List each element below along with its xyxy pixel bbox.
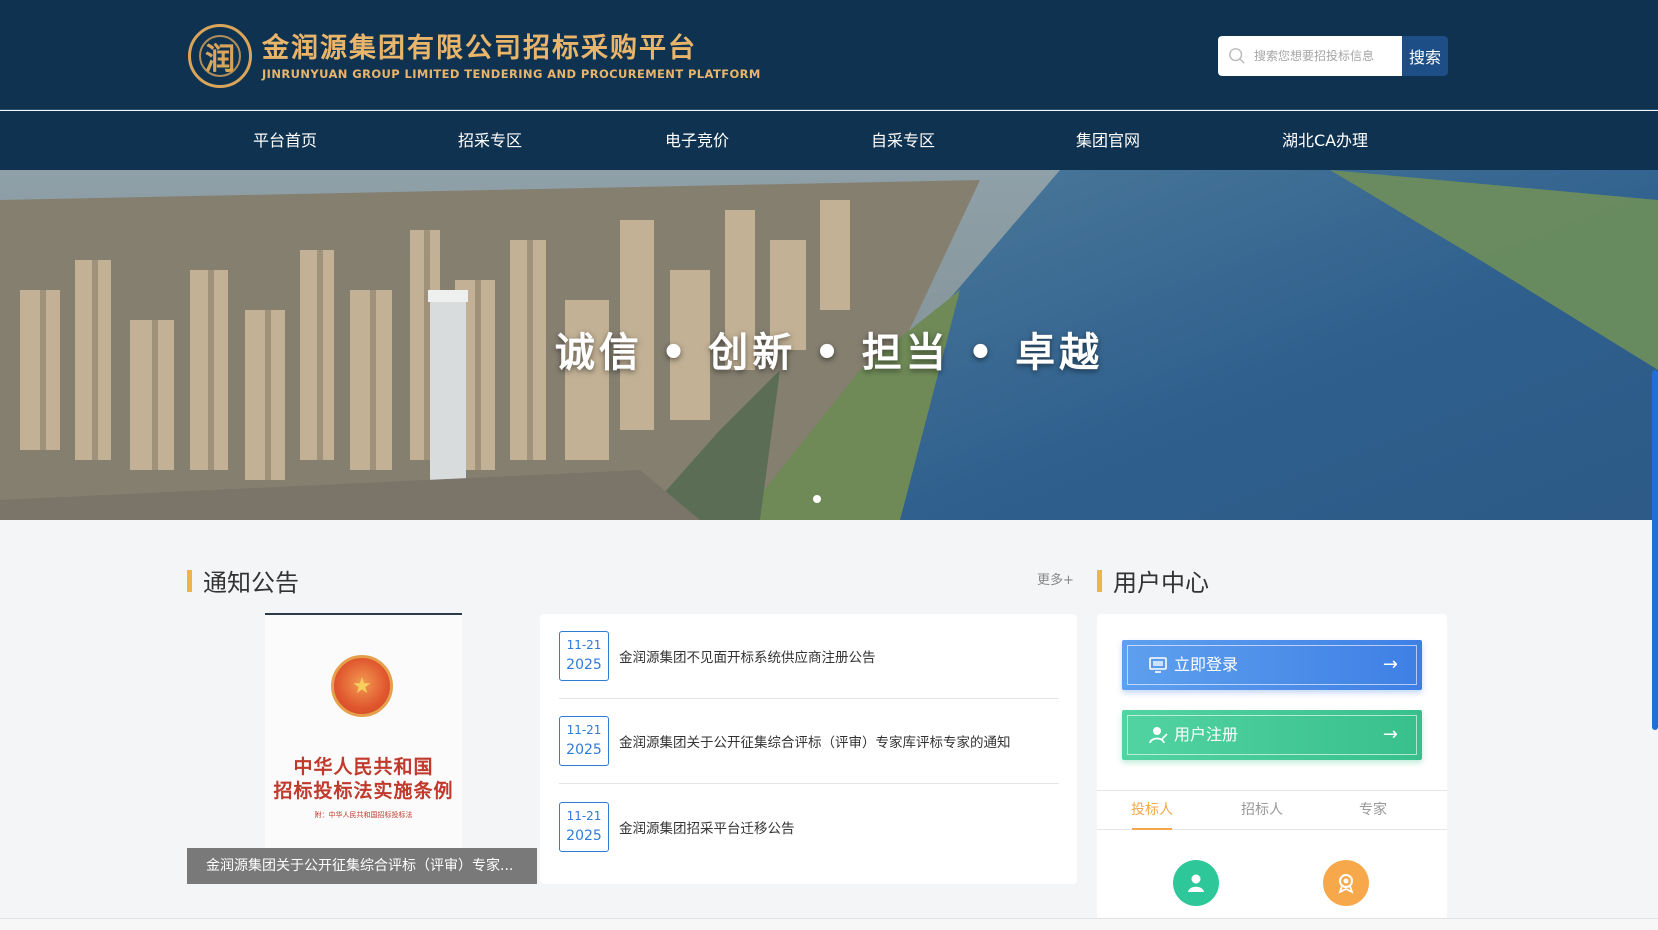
- hero-banner[interactable]: 诚信 • 创新 • 担当 • 卓越: [0, 170, 1658, 520]
- tab-expert[interactable]: 专家: [1343, 791, 1403, 830]
- logo-title-en: JINRUNYUAN GROUP LIMITED TENDERING AND P…: [262, 67, 761, 81]
- tab-tenderer[interactable]: 招标人: [1232, 791, 1292, 830]
- logo-title-cn: 金润源集团有限公司招标采购平台: [262, 33, 697, 64]
- user-center-title: 用户中心: [1097, 563, 1209, 598]
- list-item[interactable]: 11-21 2025 金润源集团关于公开征集综合评标（评审）专家库评标专家的通知: [559, 699, 1059, 784]
- nav-item-e-bidding[interactable]: 电子竞价: [637, 111, 757, 170]
- national-emblem-icon: ★: [331, 655, 393, 717]
- register-button[interactable]: 用户注册 →: [1122, 710, 1422, 760]
- notice-title-link[interactable]: 金润源集团关于公开征集综合评标（评审）专家库评标专家的通知: [619, 731, 1011, 751]
- notice-list: 11-21 2025 金润源集团不见面开标系统供应商注册公告 11-21 202…: [540, 614, 1077, 884]
- monitor-icon: [1149, 657, 1167, 673]
- logo-emblem-icon: 润: [188, 24, 252, 88]
- notices-section-title: 通知公告: [187, 563, 299, 598]
- law-book-subtitle: 附：中华人民共和国招标投标法: [314, 811, 413, 819]
- register-label: 用户注册: [1174, 725, 1239, 744]
- date-month-day: 11-21: [566, 808, 602, 823]
- law-book-title: 中华人民共和国 招标投标法实施条例: [265, 755, 462, 803]
- nav-item-hubei-ca[interactable]: 湖北CA办理: [1255, 111, 1395, 170]
- expert-badge-icon[interactable]: [1323, 860, 1369, 906]
- law-title-line1: 中华人民共和国: [293, 756, 434, 778]
- search-field[interactable]: [1218, 36, 1402, 76]
- main-nav: 平台首页 招采专区 电子竞价 自采专区 集团官网 湖北CA办理: [0, 111, 1658, 170]
- arrow-right-icon: →: [1382, 724, 1398, 745]
- user-add-icon: [1149, 727, 1168, 744]
- logo-mark-char: 润: [205, 42, 235, 77]
- user-center-panel: 立即登录 → 用户注册 → 投标人 招标人 专家: [1097, 614, 1447, 930]
- search-bar: 搜索: [1218, 36, 1448, 76]
- bottom-toolbar: [0, 918, 1658, 930]
- nav-item-group-website[interactable]: 集团官网: [1048, 111, 1168, 170]
- search-button[interactable]: 搜索: [1402, 36, 1448, 76]
- role-tabs: 投标人 招标人 专家: [1097, 790, 1447, 830]
- nav-item-self-procurement[interactable]: 自采专区: [843, 111, 963, 170]
- notices-title-text: 通知公告: [203, 569, 299, 597]
- search-icon: [1229, 48, 1245, 64]
- date-badge: 11-21 2025: [559, 801, 609, 852]
- notice-title-link[interactable]: 金润源集团不见面开标系统供应商注册公告: [619, 646, 876, 666]
- section-accent-bar: [1097, 569, 1102, 592]
- list-item[interactable]: 11-21 2025 金润源集团招采平台迁移公告: [559, 784, 1059, 869]
- login-label: 立即登录: [1174, 655, 1239, 674]
- notice-featured-image[interactable]: ★ 中华人民共和国 招标投标法实施条例 附：中华人民共和国招标投标法: [265, 613, 462, 883]
- nav-item-procurement-zone[interactable]: 招采专区: [430, 111, 550, 170]
- list-item[interactable]: 11-21 2025 金润源集团不见面开标系统供应商注册公告: [559, 614, 1059, 699]
- tab-bidder[interactable]: 投标人: [1122, 791, 1182, 830]
- more-link[interactable]: 更多+: [1037, 569, 1074, 588]
- notice-title-link[interactable]: 金润源集团招采平台迁移公告: [619, 817, 795, 837]
- banner-slogan: 诚信 • 创新 • 担当 • 卓越: [554, 330, 1104, 376]
- side-scroll-handle[interactable]: [1652, 370, 1658, 730]
- date-badge: 11-21 2025: [559, 716, 609, 766]
- section-accent-bar: [187, 569, 192, 592]
- header: 润 金润源集团有限公司招标采购平台 JINRUNYUAN GROUP LIMIT…: [0, 0, 1658, 110]
- search-input[interactable]: [1254, 49, 1394, 63]
- date-badge: 11-21 2025: [559, 631, 609, 681]
- carousel-dot[interactable]: [813, 495, 821, 503]
- bidder-user-icon[interactable]: [1173, 860, 1219, 906]
- arrow-right-icon: →: [1382, 654, 1398, 675]
- date-month-day: 11-21: [566, 723, 602, 737]
- nav-item-home[interactable]: 平台首页: [225, 111, 345, 170]
- login-button[interactable]: 立即登录 →: [1122, 640, 1422, 690]
- date-year: 2025: [566, 657, 602, 673]
- date-year: 2025: [566, 742, 602, 758]
- date-month-day: 11-21: [566, 638, 602, 652]
- user-center-title-text: 用户中心: [1113, 569, 1209, 597]
- featured-image-caption[interactable]: 金润源集团关于公开征集综合评标（评审）专家...: [187, 848, 537, 884]
- platform-logo[interactable]: 润 金润源集团有限公司招标采购平台 JINRUNYUAN GROUP LIMIT…: [188, 24, 761, 88]
- law-title-line2: 招标投标法实施条例: [273, 780, 454, 802]
- date-year: 2025: [566, 827, 602, 844]
